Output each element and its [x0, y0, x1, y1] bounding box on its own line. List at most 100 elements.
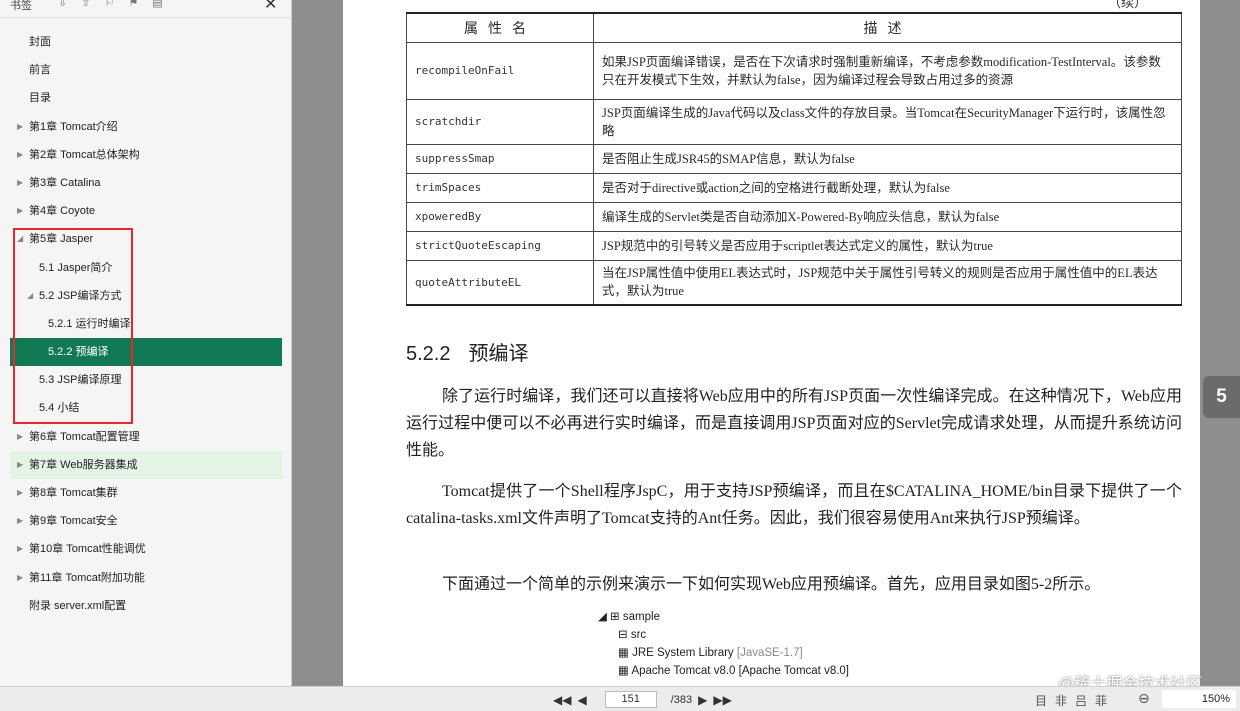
bookmark-item[interactable]: ◢ 第5章 Jasper	[10, 225, 282, 253]
folder-icon: ⊟	[618, 629, 631, 641]
attribute-description: 是否阻止生成JSR45的SMAP信息，默认为false	[593, 143, 1182, 174]
zoom-out-icon[interactable]: ⊖	[1138, 690, 1150, 707]
chevron-right-icon[interactable]: ▶	[17, 141, 23, 169]
last-page-icon[interactable]: ▶▶	[713, 693, 731, 707]
bookmark-item[interactable]: 5.2.1 运行时编译	[10, 310, 282, 338]
page-navigation: ◀◀ ◀ 151 /383 ▶ ▶▶	[553, 691, 732, 708]
table-continued-label: （续）	[1108, 0, 1148, 10]
section-number: 5.2.2	[406, 343, 451, 365]
bookmark-item[interactable]: ▶ 第6章 Tomcat配置管理	[10, 423, 282, 451]
bookmark-label: 目录	[29, 92, 51, 105]
bookmark-item[interactable]: ▶ 第9章 Tomcat安全	[10, 507, 282, 535]
bookmark-list-icon[interactable]: ▤	[152, 0, 162, 9]
tree-root: ◢ ⊞ sample	[598, 608, 849, 626]
attribute-name: recompileOnFail	[406, 41, 594, 100]
collapse-all-icon[interactable]: ⇧	[81, 0, 90, 9]
bookmark-item[interactable]: 前言	[10, 56, 282, 84]
bookmarks-toolbar: 书签 ⇩ ⇧ ⚐ ⚑ ▤ ✕	[0, 0, 291, 18]
table-header-row: 属性名 描述	[406, 12, 1182, 43]
chevron-right-icon[interactable]: ▶	[17, 113, 23, 141]
bookmark-item[interactable]: ◢ 5.2 JSP编译方式	[10, 282, 282, 310]
bookmark-item[interactable]: 5.4 小结	[10, 394, 282, 422]
table-row: recompileOnFail 如果JSP页面编译错误，是否在下次请求时强制重新…	[406, 41, 1182, 100]
tree-item-tag: [JavaSE-1.7]	[736, 647, 803, 659]
bookmark-label: 第7章 Web服务器集成	[29, 458, 138, 471]
bookmark-label: 第6章 Tomcat配置管理	[29, 430, 140, 443]
chevron-right-icon[interactable]: ▶	[17, 507, 23, 535]
bookmark-tree: 封面前言目录 ▶ 第1章 Tomcat介绍 ▶ 第2章 Tomcat总体架构 ▶ 第3章 C…	[10, 28, 282, 620]
attribute-description: 编译生成的Servlet类是否自动添加X-Powered-By响应头信息，默认为…	[593, 201, 1182, 232]
bookmark-item[interactable]: 5.1 Jasper简介	[10, 254, 282, 282]
zoom-level[interactable]: 150%	[1162, 690, 1236, 708]
bookmark-item[interactable]: ▶ 第8章 Tomcat集群	[10, 479, 282, 507]
chevron-right-icon[interactable]: ▶	[17, 423, 23, 451]
bookmark-label: 5.3 JSP编译原理	[39, 374, 122, 387]
library-icon: ▦	[618, 665, 632, 677]
bookmark-label: 前言	[29, 64, 51, 77]
table-row: xpoweredBy 编译生成的Servlet类是否自动添加X-Powered-…	[406, 201, 1182, 232]
bookmark-item[interactable]: ▶ 第10章 Tomcat性能调优	[10, 535, 282, 563]
bookmark-item[interactable]: ▶ 第11章 Tomcat附加功能	[10, 564, 282, 592]
project-tree-figure: ◢ ⊞ sample ⊟ src ▦ JRE System Library [J…	[598, 608, 849, 680]
chevron-right-icon[interactable]: ▶	[17, 479, 23, 507]
expand-caret-icon: ◢	[598, 611, 611, 623]
status-bar: ◀◀ ◀ 151 /383 ▶ ▶▶ 目 非 吕 菲 ⊖ 150%	[0, 686, 1240, 711]
bookmark-item[interactable]: 5.2.2 预编译	[10, 338, 282, 367]
prev-page-icon[interactable]: ◀	[577, 693, 586, 707]
bookmark-label: 5.2.2 预编译	[48, 346, 109, 359]
chevron-right-icon[interactable]: ▶	[17, 564, 23, 592]
bookmark-item[interactable]: ▶ 第2章 Tomcat总体架构	[10, 141, 282, 169]
attribute-name: scratchdir	[406, 98, 594, 145]
chevron-right-icon[interactable]: ▶	[17, 169, 23, 197]
two-page-view-icon[interactable]: 吕	[1075, 692, 1087, 709]
bookmark-label: 5.4 小结	[39, 402, 80, 415]
bookmark-label: 第8章 Tomcat集群	[29, 487, 118, 499]
table-row: trimSpaces 是否对于directive或action之间的空格进行截断…	[406, 172, 1182, 203]
bookmark-flag-icon[interactable]: ⚑	[128, 0, 138, 9]
tree-item: ⊟ src	[598, 626, 849, 644]
chevron-down-icon[interactable]: ◢	[17, 225, 23, 253]
single-page-view-icon[interactable]: 目	[1035, 692, 1047, 709]
bookmark-label: 第10章 Tomcat性能调优	[29, 543, 146, 556]
bookmark-item[interactable]: 封面	[10, 28, 282, 56]
bookmark-item[interactable]: ▶ 第7章 Web服务器集成	[10, 450, 282, 479]
book-view-icon[interactable]: 菲	[1095, 692, 1107, 709]
pdf-reader: 书签 ⇩ ⇧ ⚐ ⚑ ▤ ✕ 封面前言目录 ▶ 第1章 Tomcat介绍 ▶ 第2章 T…	[0, 0, 1240, 711]
attribute-description: 是否对于directive或action之间的空格进行截断处理，默认为false	[593, 172, 1182, 203]
expand-all-icon[interactable]: ⇩	[58, 0, 67, 9]
tree-item: ▦ Apache Tomcat v8.0 [Apache Tomcat v8.0…	[598, 662, 849, 680]
library-icon: ▦	[618, 647, 633, 659]
tree-item-label: JRE System Library	[632, 647, 734, 659]
column-header-description: 描述	[593, 12, 1182, 43]
bookmark-item[interactable]: ▶ 第3章 Catalina	[10, 169, 282, 197]
document-page: （续） 属性名 描述 recompileOnFail 如果JSP页面编译错误，是…	[343, 0, 1200, 686]
next-page-icon[interactable]: ▶	[698, 693, 707, 707]
bookmarks-panel: 书签 ⇩ ⇧ ⚐ ⚑ ▤ ✕ 封面前言目录 ▶ 第1章 Tomcat介绍 ▶ 第2章 T…	[0, 0, 292, 686]
add-bookmark-icon[interactable]: ⚐	[104, 0, 114, 9]
bookmark-item[interactable]: ▶ 第4章 Coyote	[10, 197, 282, 225]
paragraph: Tomcat提供了一个Shell程序JspC，用于支持JSP预编译，而且在$CA…	[406, 483, 1182, 527]
bookmark-label: 第4章 Coyote	[29, 205, 96, 218]
attributes-table: 属性名 描述 recompileOnFail 如果JSP页面编译错误，是否在下次…	[406, 12, 1182, 306]
attribute-description: 如果JSP页面编译错误，是否在下次请求时强制重新编译，不考虑参数modifica…	[593, 41, 1182, 100]
bookmark-item[interactable]: 5.3 JSP编译原理	[10, 366, 282, 394]
close-icon[interactable]: ✕	[264, 0, 277, 14]
bookmark-label: 附录 server.xml配置	[29, 599, 127, 612]
first-page-icon[interactable]: ◀◀	[553, 693, 571, 707]
bookmark-item[interactable]: ▶ 第1章 Tomcat介绍	[10, 113, 282, 141]
bookmark-label: 5.1 Jasper简介	[39, 261, 113, 274]
page-number-input[interactable]: 151	[604, 691, 657, 708]
section-title: 预编译	[468, 343, 529, 365]
continuous-view-icon[interactable]: 非	[1055, 692, 1067, 709]
chapter-tab[interactable]: 5	[1203, 376, 1240, 418]
bookmark-label: 第5章 Jasper	[29, 233, 94, 246]
bookmark-label: 第11章 Tomcat附加功能	[29, 571, 145, 584]
attribute-description: JSP页面编译生成的Java代码以及class文件的存放目录。当Tomcat在S…	[593, 98, 1182, 145]
chevron-right-icon[interactable]: ▶	[17, 197, 23, 225]
bookmark-item[interactable]: 目录	[10, 84, 282, 112]
tree-item-label: Apache Tomcat v8.0 [Apache Tomcat v8.0]	[631, 665, 849, 677]
chevron-right-icon[interactable]: ▶	[17, 451, 23, 479]
chevron-right-icon[interactable]: ▶	[17, 535, 23, 563]
chevron-down-icon[interactable]: ◢	[27, 282, 33, 310]
bookmark-item[interactable]: 附录 server.xml配置	[10, 592, 282, 620]
